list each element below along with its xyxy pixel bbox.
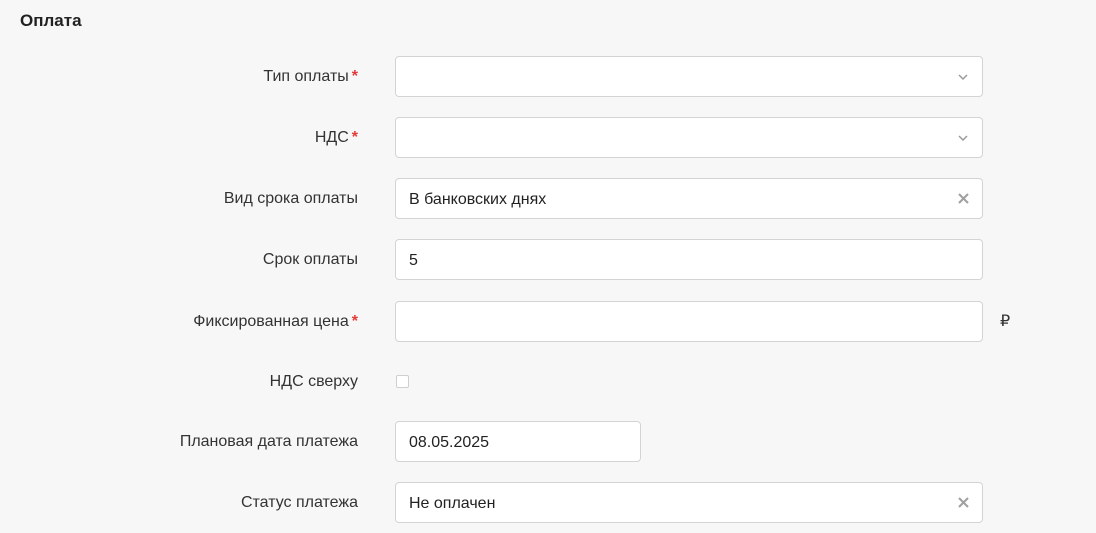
payment-status-row: Статус платежа Не оплачен [0,482,1096,523]
payment-term-kind-value: В банковских днях [409,191,547,208]
vat-label: НДС * [314,129,358,146]
payment-term-label: Срок оплаты [262,251,358,268]
clear-icon[interactable] [957,496,970,509]
section-title: Оплата [20,11,82,30]
chevron-down-icon[interactable] [958,72,968,82]
payment-term-input[interactable]: 5 [395,239,983,280]
payment-term-value: 5 [409,252,418,269]
planned-payment-date-input[interactable]: 08.05.2025 [395,421,641,462]
chevron-down-icon[interactable] [958,133,968,143]
vat-select[interactable] [395,117,983,158]
planned-payment-date-label: Плановая дата платежа [179,433,358,450]
payment-term-kind-label: Вид срока оплаты [223,190,358,207]
fixed-price-input[interactable] [395,301,983,342]
fixed-price-label: Фиксированная цена * [193,313,358,330]
vat-on-top-label: НДС сверху [269,373,358,390]
payment-term-kind-row: Вид срока оплаты В банковских днях [0,178,1096,219]
planned-payment-date-row: Плановая дата платежа 08.05.2025 [0,421,1096,462]
required-mark: * [351,313,358,330]
currency-symbol: ₽ [1000,313,1011,330]
payment-section: Оплата Тип оплаты * НДС * Вид срока оплаты… [0,0,1096,533]
payment-term-kind-select[interactable]: В банковских днях [395,178,983,219]
required-mark: * [351,129,358,146]
vat-row: НДС * [0,117,1096,158]
planned-payment-date-value: 08.05.2025 [409,434,490,451]
payment-type-select[interactable] [395,56,983,97]
vat-on-top-checkbox[interactable] [396,375,409,388]
payment-status-label: Статус платежа [240,494,358,511]
payment-status-select[interactable]: Не оплачен [395,482,983,523]
fixed-price-row: Фиксированная цена * ₽ [0,301,1096,342]
clear-icon[interactable] [957,192,970,205]
vat-on-top-row: НДС сверху [0,361,1096,402]
payment-type-row: Тип оплаты * [0,56,1096,97]
payment-type-label: Тип оплаты * [263,68,358,85]
payment-status-value: Не оплачен [409,495,496,512]
required-mark: * [351,68,358,85]
payment-term-row: Срок оплаты 5 [0,239,1096,280]
